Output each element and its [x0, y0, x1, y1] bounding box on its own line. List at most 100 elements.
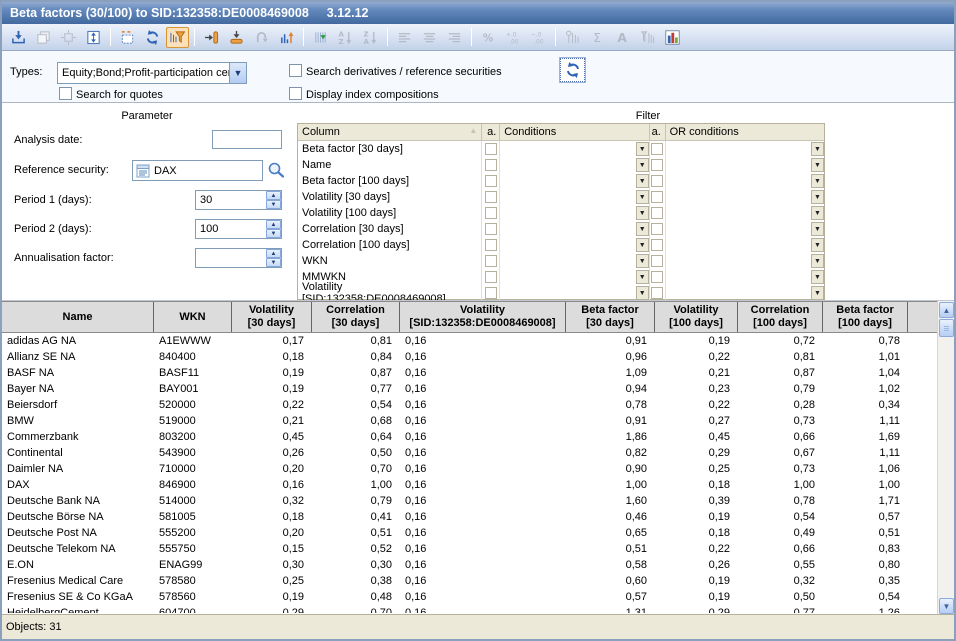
reference-security-input[interactable]: DAX: [132, 160, 263, 181]
chevron-down-icon[interactable]: ▼: [636, 158, 649, 172]
and-checkbox[interactable]: [651, 271, 663, 283]
column-header[interactable]: Volatility[SID:132358:DE0008469008]: [400, 302, 566, 332]
table-row[interactable]: DAX8469000,161,000,161,000,181,001,00: [2, 477, 937, 493]
chevron-down-icon[interactable]: ▼: [811, 222, 824, 236]
filter-conditions-header[interactable]: Conditions: [500, 124, 649, 140]
and-checkbox[interactable]: [485, 143, 497, 155]
filter-or-cell[interactable]: ▼: [666, 237, 824, 253]
and-checkbox[interactable]: [651, 207, 663, 219]
spin-up-icon[interactable]: ▲: [266, 220, 281, 229]
scroll-down-icon[interactable]: ▼: [939, 598, 954, 614]
chevron-down-icon[interactable]: ▼: [636, 190, 649, 204]
column-header[interactable]: Correlation[100 days]: [738, 302, 823, 332]
table-row[interactable]: Bayer NABAY0010,190,770,160,940,230,791,…: [2, 381, 937, 397]
and-checkbox[interactable]: [485, 239, 497, 251]
column-header[interactable]: Name: [2, 302, 154, 332]
filter-or-header[interactable]: OR conditions: [666, 124, 824, 140]
toolbar-index-members-button[interactable]: [309, 27, 332, 48]
chevron-down-icon[interactable]: ▼: [636, 238, 649, 252]
toolbar-sort-values-button[interactable]: [275, 27, 298, 48]
filter-conditions-cell[interactable]: ▼: [500, 157, 649, 173]
toolbar-export-button[interactable]: [7, 27, 30, 48]
and-checkbox[interactable]: [485, 223, 497, 235]
toolbar-filter-button[interactable]: [166, 27, 189, 48]
and-checkbox[interactable]: [485, 159, 497, 171]
chevron-down-icon[interactable]: ▼: [636, 222, 649, 236]
column-header[interactable]: Beta factor[30 days]: [566, 302, 655, 332]
filter-conditions-cell[interactable]: ▼: [500, 173, 649, 189]
table-row[interactable]: HeidelbergCement6047000,290,700,161,310,…: [2, 605, 937, 613]
annualisation-stepper[interactable]: ▲▼: [195, 248, 282, 268]
filter-conditions-cell[interactable]: ▼: [500, 269, 649, 285]
filter-conditions-cell[interactable]: ▼: [500, 141, 649, 157]
filter-or-cell[interactable]: ▼: [666, 157, 824, 173]
filter-column-header[interactable]: Column▲: [298, 124, 482, 140]
spin-up-icon[interactable]: ▲: [266, 249, 281, 258]
filter-conditions-cell[interactable]: ▼: [500, 221, 649, 237]
chevron-down-icon[interactable]: ▼: [811, 238, 824, 252]
chevron-down-icon[interactable]: ▼: [811, 190, 824, 204]
chevron-down-icon[interactable]: ▼: [636, 286, 649, 300]
and-checkbox[interactable]: [485, 191, 497, 203]
scrollbar-thumb[interactable]: [939, 319, 954, 337]
filter-conditions-cell[interactable]: ▼: [500, 189, 649, 205]
toolbar-fit-height-button[interactable]: [82, 27, 105, 48]
filter-or-cell[interactable]: ▼: [666, 205, 824, 221]
chevron-down-icon[interactable]: ▼: [229, 63, 246, 83]
column-header[interactable]: Correlation[30 days]: [312, 302, 400, 332]
filter-conditions-cell[interactable]: ▼: [500, 237, 649, 253]
table-row[interactable]: Allianz SE NA8404000,180,840,160,960,220…: [2, 349, 937, 365]
display-index-checkbox[interactable]: [289, 87, 302, 100]
chevron-down-icon[interactable]: ▼: [636, 206, 649, 220]
filter-and2-header[interactable]: a.: [650, 124, 666, 140]
table-row[interactable]: Deutsche Telekom NA5557500,150,520,160,5…: [2, 541, 937, 557]
filter-or-cell[interactable]: ▼: [666, 221, 824, 237]
spin-down-icon[interactable]: ▼: [266, 200, 281, 209]
and-checkbox[interactable]: [651, 159, 663, 171]
and-checkbox[interactable]: [485, 255, 497, 267]
table-row[interactable]: Fresenius Medical Care5785800,250,380,16…: [2, 573, 937, 589]
table-row[interactable]: BMW5190000,210,680,160,910,270,731,11: [2, 413, 937, 429]
search-quotes-checkbox[interactable]: [59, 87, 72, 100]
column-header[interactable]: WKN: [154, 302, 232, 332]
table-row[interactable]: Fresenius SE & Co KGaA5785600,190,480,16…: [2, 589, 937, 605]
filter-conditions-cell[interactable]: ▼: [500, 285, 649, 301]
search-derivatives-checkbox[interactable]: [289, 64, 302, 77]
spin-down-icon[interactable]: ▼: [266, 258, 281, 267]
table-row[interactable]: E.ONENAG990,300,300,160,580,260,550,80: [2, 557, 937, 573]
chevron-down-icon[interactable]: ▼: [811, 286, 824, 300]
period1-stepper[interactable]: 30 ▲▼: [195, 190, 282, 210]
table-row[interactable]: Deutsche Börse NA5810050,180,410,160,460…: [2, 509, 937, 525]
toolbar-move-down-button[interactable]: [225, 27, 248, 48]
filter-or-cell[interactable]: ▼: [666, 285, 824, 301]
spin-down-icon[interactable]: ▼: [266, 229, 281, 238]
filter-or-cell[interactable]: ▼: [666, 173, 824, 189]
and-checkbox[interactable]: [651, 143, 663, 155]
types-select[interactable]: Equity;Bond;Profit-participation certifi…: [57, 62, 247, 84]
filter-conditions-cell[interactable]: ▼: [500, 253, 649, 269]
filter-or-cell[interactable]: ▼: [666, 141, 824, 157]
column-header[interactable]: Volatility[30 days]: [232, 302, 312, 332]
and-checkbox[interactable]: [485, 175, 497, 187]
filter-and-header[interactable]: a.: [482, 124, 500, 140]
chevron-down-icon[interactable]: ▼: [811, 270, 824, 284]
table-row[interactable]: adidas AG NAA1EWWW0,170,810,160,910,190,…: [2, 333, 937, 349]
and-checkbox[interactable]: [651, 287, 663, 299]
and-checkbox[interactable]: [485, 287, 497, 299]
filter-or-cell[interactable]: ▼: [666, 253, 824, 269]
period2-stepper[interactable]: 100 ▲▼: [195, 219, 282, 239]
table-row[interactable]: BASF NABASF110,190,870,161,090,210,871,0…: [2, 365, 937, 381]
chevron-down-icon[interactable]: ▼: [636, 254, 649, 268]
table-row[interactable]: Continental5439000,260,500,160,820,290,6…: [2, 445, 937, 461]
vertical-scrollbar[interactable]: ▲ ▼: [937, 301, 954, 615]
and-checkbox[interactable]: [651, 223, 663, 235]
column-header[interactable]: Volatility[100 days]: [655, 302, 738, 332]
chevron-down-icon[interactable]: ▼: [811, 254, 824, 268]
and-checkbox[interactable]: [485, 207, 497, 219]
chevron-down-icon[interactable]: ▼: [636, 142, 649, 156]
toolbar-new-window-button[interactable]: [116, 27, 139, 48]
toolbar-move-right-button[interactable]: [200, 27, 223, 48]
chevron-down-icon[interactable]: ▼: [811, 142, 824, 156]
chevron-down-icon[interactable]: ▼: [811, 174, 824, 188]
search-icon[interactable]: [266, 160, 286, 180]
